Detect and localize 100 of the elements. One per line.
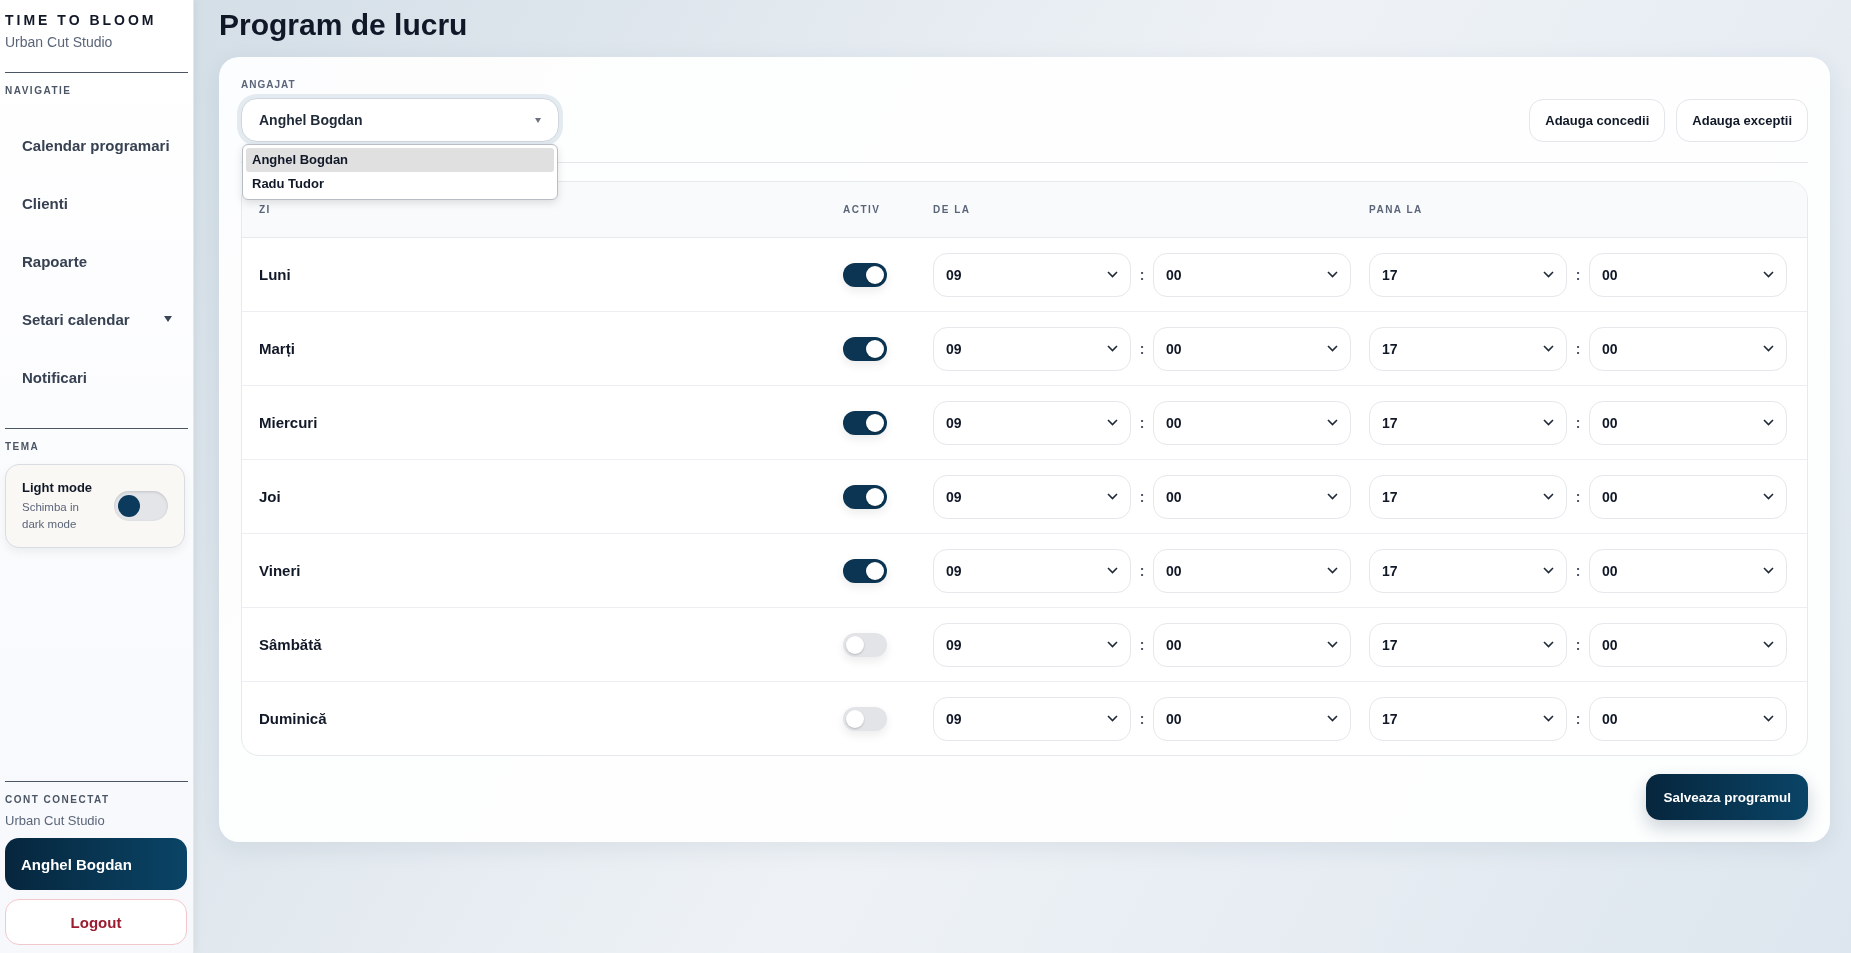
time-separator: : — [1138, 562, 1146, 579]
chevron-icon — [1107, 493, 1118, 500]
active-toggle[interactable] — [843, 632, 887, 657]
time-select[interactable]: 09 — [933, 252, 1131, 297]
time-select[interactable]: 09 — [933, 474, 1131, 519]
time-select[interactable]: 00 — [1589, 696, 1787, 741]
time-select[interactable]: 09 — [933, 400, 1131, 445]
chevron-icon — [1543, 567, 1554, 574]
time-select[interactable]: 00 — [1589, 474, 1787, 519]
nav-item[interactable]: Calendar programari — [5, 116, 172, 174]
time-separator: : — [1574, 414, 1582, 431]
section-label: CONT CONECTAT — [5, 794, 111, 805]
time-select[interactable]: 17 — [1369, 400, 1567, 445]
time-select[interactable]: 00 — [1589, 252, 1787, 297]
chevron-icon — [1327, 567, 1338, 574]
action-button[interactable]: Adauga concedii — [1529, 99, 1666, 142]
day-name: Luni — [259, 266, 292, 283]
chevron-icon — [1327, 641, 1338, 648]
brand-title: TIME TO BLOOM — [5, 12, 158, 28]
chevron-icon — [1327, 345, 1338, 352]
studio-name: Urban Cut Studio — [5, 813, 106, 828]
chevron-icon — [1327, 271, 1338, 278]
section-label: TEMA — [5, 441, 41, 452]
field-label: ANGAJAT — [241, 79, 297, 90]
time-select[interactable]: 09 — [933, 696, 1131, 741]
time-select[interactable]: 00 — [1589, 622, 1787, 667]
time-separator: : — [1138, 636, 1146, 653]
nav-item[interactable]: Rapoarte — [5, 232, 172, 290]
nav-item[interactable]: Notificari — [5, 348, 172, 406]
time-select[interactable]: 17 — [1369, 548, 1567, 593]
time-separator: : — [1574, 488, 1582, 505]
time-select[interactable]: 09 — [933, 548, 1131, 593]
time-select[interactable]: 00 — [1153, 326, 1351, 371]
chevron-icon — [1543, 493, 1554, 500]
time-separator: : — [1574, 340, 1582, 357]
active-toggle[interactable] — [843, 558, 887, 583]
time-separator: : — [1138, 340, 1146, 357]
chevron-icon — [1107, 641, 1118, 648]
action-button[interactable]: Adauga exceptii — [1676, 99, 1808, 142]
active-toggle[interactable] — [843, 262, 887, 287]
time-select[interactable]: 00 — [1589, 400, 1787, 445]
active-toggle[interactable] — [843, 706, 887, 731]
time-select[interactable]: 17 — [1369, 252, 1567, 297]
day-name: Vineri — [259, 562, 302, 579]
time-select[interactable]: 00 — [1153, 548, 1351, 593]
chevron-icon — [1763, 493, 1774, 500]
column-header: PANA LA — [1369, 204, 1424, 215]
dropdown-option[interactable]: Anghel Bogdan — [246, 148, 554, 172]
time-select[interactable]: 00 — [1153, 474, 1351, 519]
time-separator: : — [1574, 636, 1582, 653]
time-select[interactable]: 00 — [1153, 696, 1351, 741]
chevron-icon — [1327, 715, 1338, 722]
logout-button[interactable]: Logout — [5, 899, 187, 945]
theme-hint: Schimba in dark mode — [22, 499, 80, 532]
employee-select[interactable]: Anghel Bogdan — [241, 98, 559, 142]
time-separator: : — [1574, 562, 1582, 579]
chevron-icon — [1763, 345, 1774, 352]
time-select[interactable]: 00 — [1589, 326, 1787, 371]
chevron-icon — [1763, 641, 1774, 648]
page-title: Program de lucru — [219, 8, 469, 42]
chevron-icon — [1543, 271, 1554, 278]
column-header: ACTIV — [843, 204, 882, 215]
chevron-icon — [1327, 493, 1338, 500]
time-select[interactable]: 00 — [1153, 400, 1351, 445]
time-separator: : — [1574, 266, 1582, 283]
chevron-icon — [1543, 345, 1554, 352]
active-toggle[interactable] — [843, 484, 887, 509]
time-select[interactable]: 17 — [1369, 696, 1567, 741]
time-select[interactable]: 09 — [933, 622, 1131, 667]
theme-toggle[interactable] — [114, 491, 168, 521]
chevron-icon — [1543, 715, 1554, 722]
time-select[interactable]: 17 — [1369, 326, 1567, 371]
theme-title: Light mode — [22, 479, 94, 495]
user-button[interactable]: Anghel Bogdan — [5, 838, 187, 890]
nav-item[interactable]: Clienti — [5, 174, 172, 232]
time-select[interactable]: 00 — [1153, 252, 1351, 297]
save-button[interactable]: Salveaza programul — [1646, 774, 1808, 820]
time-select[interactable]: 17 — [1369, 622, 1567, 667]
nav-item[interactable]: Setari calendar — [5, 290, 172, 348]
day-name: Sâmbătă — [259, 636, 323, 653]
time-separator: : — [1138, 414, 1146, 431]
day-name: Marți — [259, 340, 296, 357]
time-select[interactable]: 09 — [933, 326, 1131, 371]
active-toggle[interactable] — [843, 410, 887, 435]
chevron-icon — [1107, 345, 1118, 352]
chevron-icon — [1763, 567, 1774, 574]
chevron-icon — [1543, 419, 1554, 426]
chevron-icon — [1107, 419, 1118, 426]
time-select[interactable]: 17 — [1369, 474, 1567, 519]
caret-icon — [164, 316, 172, 322]
time-select[interactable]: 00 — [1589, 548, 1787, 593]
chevron-icon — [1327, 419, 1338, 426]
chevron-icon — [1107, 567, 1118, 574]
dropdown-option[interactable]: Radu Tudor — [246, 172, 554, 196]
column-header: ZI — [259, 204, 272, 215]
active-toggle[interactable] — [843, 336, 887, 361]
time-select[interactable]: 00 — [1153, 622, 1351, 667]
day-name: Joi — [259, 488, 282, 505]
chevron-icon — [1107, 715, 1118, 722]
chevron-icon — [1763, 419, 1774, 426]
